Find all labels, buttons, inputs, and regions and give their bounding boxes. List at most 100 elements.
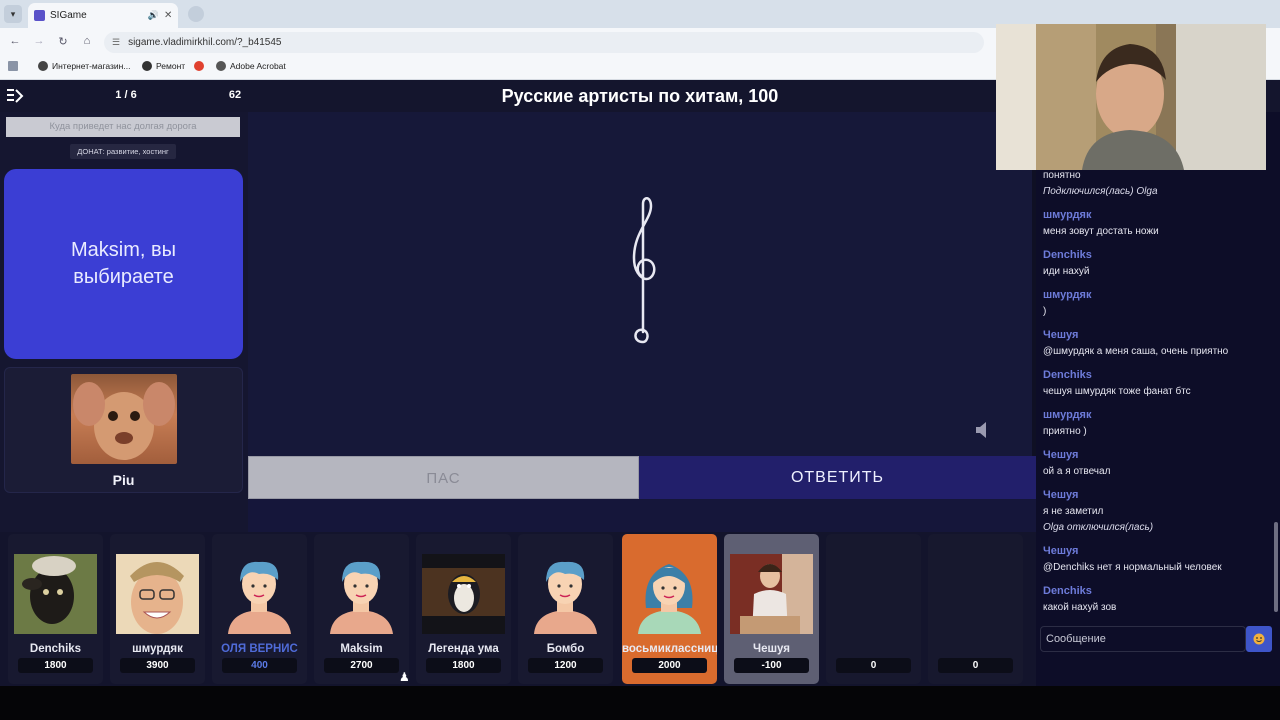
chat-author: шмурдяк bbox=[1043, 409, 1092, 421]
tab-list-icon[interactable]: ▾ bbox=[4, 5, 22, 23]
stage-footer bbox=[248, 499, 1036, 532]
yandex-icon bbox=[194, 61, 204, 71]
player-card-active[interactable]: восьмиклассница 2000 bbox=[622, 534, 717, 684]
player-score: 2000 bbox=[632, 658, 707, 673]
player-avatar-sheep bbox=[14, 554, 97, 634]
chat-author: шмурдяк bbox=[1043, 209, 1092, 221]
chat-author: Чешуя bbox=[1043, 449, 1079, 461]
player-avatar-photo bbox=[116, 554, 199, 634]
player-name: Denchiks bbox=[29, 643, 82, 655]
default-avatar-icon bbox=[218, 554, 301, 634]
timer: 62 bbox=[228, 89, 242, 101]
url-text: sigame.vladimirkhil.com/?_b41545 bbox=[128, 37, 282, 48]
chat-message: @Denchiks нет я нормальный человек bbox=[1043, 562, 1222, 573]
female-avatar-icon bbox=[628, 554, 711, 634]
round-counter: 1 / 6 bbox=[115, 89, 137, 101]
chat-panel: понятно Подключился(лась) Olga шмурдяк м… bbox=[1036, 112, 1280, 686]
player-avatar-penguin bbox=[422, 554, 505, 634]
chat-author: шмурдяк bbox=[1043, 289, 1092, 301]
audio-playing-icon[interactable]: 🔊 bbox=[148, 10, 159, 21]
chat-system-message: Подключился(лась) Olga bbox=[1043, 186, 1158, 197]
emoji-button[interactable] bbox=[1246, 626, 1272, 652]
chat-author: Чешуя bbox=[1043, 329, 1079, 341]
screen: ▾ SIGame 🔊 ✕ ← → ↻ ⌂ ☰ sigame.vladimirkh… bbox=[0, 0, 1280, 720]
chat-message: какой нахуй зов bbox=[1043, 602, 1117, 613]
player-name: Легенда ума bbox=[428, 643, 499, 655]
bookmark-repair[interactable]: Ремонт bbox=[142, 61, 185, 71]
chat-scrollbar[interactable] bbox=[1274, 522, 1278, 612]
chat-input[interactable]: Сообщение bbox=[1040, 626, 1246, 652]
bookmark-icon bbox=[142, 61, 152, 71]
home-icon[interactable]: ⌂ bbox=[80, 35, 94, 47]
player-name: восьмиклассница bbox=[622, 643, 717, 655]
player-score: 400 bbox=[222, 658, 297, 673]
browser-tab[interactable]: SIGame 🔊 ✕ bbox=[28, 3, 178, 28]
player-card[interactable]: Бомбо 1200 bbox=[518, 534, 613, 684]
player-score: 2700 bbox=[324, 658, 399, 673]
showman-card: Piu bbox=[4, 367, 243, 493]
default-avatar-icon bbox=[524, 554, 607, 634]
player-card[interactable]: ОЛЯ ВЕРНИС 400 bbox=[212, 534, 307, 684]
tab-title: SIGame bbox=[50, 10, 87, 21]
treble-clef-icon bbox=[632, 197, 656, 344]
chat-message: @шмурдяк а меня саша, очень приятно bbox=[1043, 346, 1229, 357]
chat-message: понятно bbox=[1043, 170, 1081, 181]
volume-icon[interactable] bbox=[974, 420, 994, 440]
player-name: Maksim bbox=[340, 643, 383, 655]
donate-link[interactable]: ДОНАТ: развитие, хостинг bbox=[70, 144, 176, 159]
site-info-icon[interactable]: ☰ bbox=[112, 37, 120, 48]
close-tab-icon[interactable]: ✕ bbox=[164, 10, 178, 21]
chat-author: Чешуя bbox=[1043, 545, 1079, 557]
bottom-strip bbox=[0, 686, 1280, 720]
chat-message: ) bbox=[1043, 306, 1047, 317]
bookmark-acrobat[interactable]: Adobe Acrobat bbox=[216, 61, 286, 71]
menu-icon[interactable] bbox=[6, 88, 24, 105]
chat-message: ой а я отвечал bbox=[1043, 466, 1111, 477]
player-card[interactable]: шмурдяк 3900 bbox=[110, 534, 205, 684]
showman-avatar bbox=[71, 374, 177, 464]
left-panel: Куда приведет нас долгая дорога ДОНАТ: р… bbox=[0, 112, 248, 532]
chat-message: меня зовут достать ножи bbox=[1043, 226, 1159, 237]
default-avatar-icon bbox=[320, 554, 403, 634]
new-tab-button[interactable] bbox=[188, 6, 204, 22]
showman-name: Piu bbox=[112, 472, 135, 488]
player-name: ОЛЯ ВЕРНИС bbox=[221, 643, 298, 655]
reload-icon[interactable]: ↻ bbox=[56, 35, 70, 48]
player-score: -100 bbox=[734, 658, 809, 673]
acrobat-icon bbox=[216, 61, 226, 71]
player-score: 1800 bbox=[426, 658, 501, 673]
player-score: 3900 bbox=[120, 658, 195, 673]
player-name: Чешуя bbox=[752, 643, 790, 655]
answer-button[interactable]: ОТВЕТИТЬ bbox=[639, 456, 1036, 499]
chat-author: Denchiks bbox=[1043, 585, 1092, 597]
address-bar[interactable]: ☰ sigame.vladimirkhil.com/?_b41545 bbox=[104, 32, 984, 53]
player-name: шмурдяк bbox=[132, 643, 183, 655]
hint-field[interactable]: Куда приведет нас долгая дорога bbox=[6, 117, 240, 137]
chat-author: Чешуя bbox=[1043, 489, 1079, 501]
pass-button[interactable]: ПАС bbox=[248, 456, 639, 499]
player-card-empty[interactable]: 0 bbox=[826, 534, 921, 684]
player-card[interactable]: Легенда ума 1800 bbox=[416, 534, 511, 684]
chat-message: чешуя шмурдяк тоже фанат бтс bbox=[1043, 386, 1191, 397]
forward-icon[interactable]: → bbox=[32, 35, 46, 47]
player-card[interactable]: Denchiks 1800 bbox=[8, 534, 103, 684]
question-title: Русские артисты по хитам, 100 bbox=[501, 86, 779, 106]
bookmark-shop[interactable]: Интернет-магазин... bbox=[38, 61, 130, 71]
bookmark-yandex[interactable] bbox=[194, 61, 204, 71]
back-icon[interactable]: ← bbox=[8, 35, 22, 47]
player-card[interactable]: Maksim 2700 bbox=[314, 534, 409, 684]
question-stage bbox=[248, 112, 1032, 456]
player-card-empty[interactable]: 0 bbox=[928, 534, 1023, 684]
webcam-overlay bbox=[996, 24, 1266, 170]
player-score: 0 bbox=[938, 658, 1013, 673]
emoji-icon bbox=[1253, 633, 1265, 645]
chat-message: я не заметил bbox=[1043, 506, 1104, 517]
status-card: Maksim, вы выбираете bbox=[4, 169, 243, 359]
mouse-cursor-icon: ♟ bbox=[399, 670, 410, 684]
chat-author: Denchiks bbox=[1043, 249, 1092, 261]
player-avatar-photo bbox=[730, 554, 813, 634]
chat-message: приятно ) bbox=[1043, 426, 1087, 437]
apps-icon[interactable] bbox=[8, 61, 18, 71]
player-card-selected[interactable]: Чешуя -100 bbox=[724, 534, 819, 684]
player-score: 1200 bbox=[528, 658, 603, 673]
